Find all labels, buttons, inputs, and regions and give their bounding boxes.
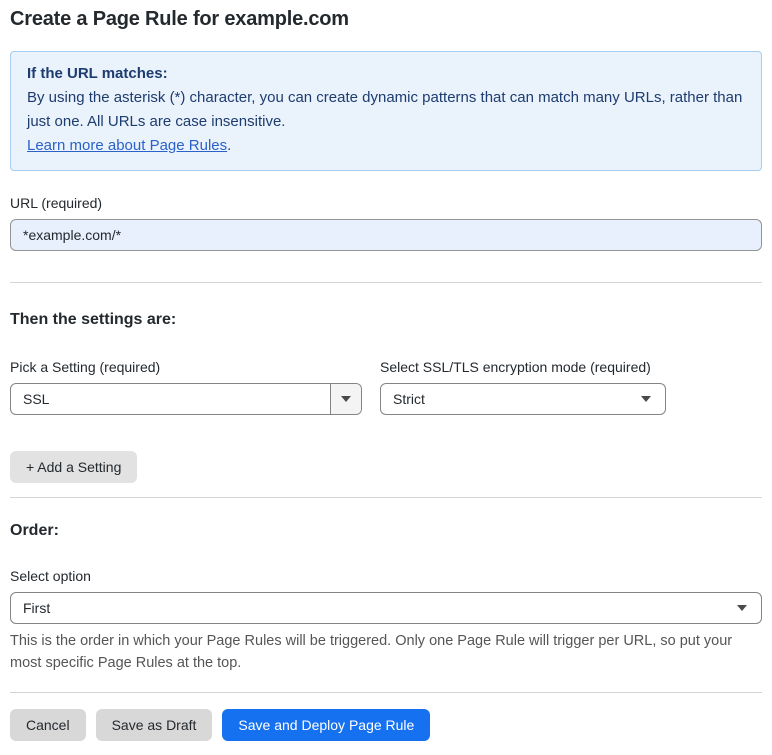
create-page-rule-form: Create a Page Rule for example.com If th…	[0, 0, 772, 755]
info-box-heading: If the URL matches:	[27, 65, 168, 82]
footer-actions: Cancel Save as Draft Save and Deploy Pag…	[10, 709, 762, 741]
url-match-info-box: If the URL matches: By using the asteris…	[10, 51, 762, 171]
info-box-link-line: Learn more about Page Rules.	[27, 134, 745, 158]
caret-down-icon[interactable]	[330, 384, 361, 414]
setting-select-label: Pick a Setting (required)	[10, 359, 161, 375]
ssl-mode-select-group: Select SSL/TLS encryption mode (required…	[380, 359, 666, 415]
order-section-heading: Order:	[10, 522, 59, 539]
order-help-text: This is the order in which your Page Rul…	[10, 633, 733, 671]
info-box-body: By using the asterisk (*) character, you…	[27, 89, 743, 130]
page-title: Create a Page Rule for example.com	[10, 8, 349, 30]
ssl-mode-select-value: Strict	[393, 391, 425, 407]
divider	[10, 282, 762, 283]
settings-selects-row: Pick a Setting (required) SSL Select SSL…	[10, 359, 762, 415]
url-field-label: URL (required)	[10, 195, 103, 211]
settings-section-heading: Then the settings are:	[10, 311, 177, 328]
ssl-mode-select-label: Select SSL/TLS encryption mode (required…	[380, 359, 651, 375]
url-input[interactable]	[10, 219, 762, 251]
ssl-mode-select[interactable]: Strict	[380, 383, 666, 415]
learn-more-link[interactable]: Learn more about Page Rules	[27, 137, 227, 154]
divider	[10, 497, 762, 498]
setting-select-group: Pick a Setting (required) SSL	[10, 359, 362, 415]
cancel-button[interactable]: Cancel	[10, 709, 86, 741]
save-as-draft-button[interactable]: Save as Draft	[95, 709, 213, 741]
link-suffix: .	[227, 137, 232, 154]
order-select-value: First	[23, 600, 51, 616]
setting-select-value: SSL	[23, 391, 50, 407]
setting-select[interactable]: SSL	[10, 383, 362, 415]
save-and-deploy-button[interactable]: Save and Deploy Page Rule	[222, 709, 431, 741]
caret-down-icon	[627, 396, 665, 402]
divider	[10, 692, 762, 693]
order-select-label: Select option	[10, 568, 91, 584]
caret-down-icon	[723, 605, 761, 611]
add-setting-button[interactable]: + Add a Setting	[10, 451, 138, 483]
order-select[interactable]: First	[10, 592, 762, 624]
